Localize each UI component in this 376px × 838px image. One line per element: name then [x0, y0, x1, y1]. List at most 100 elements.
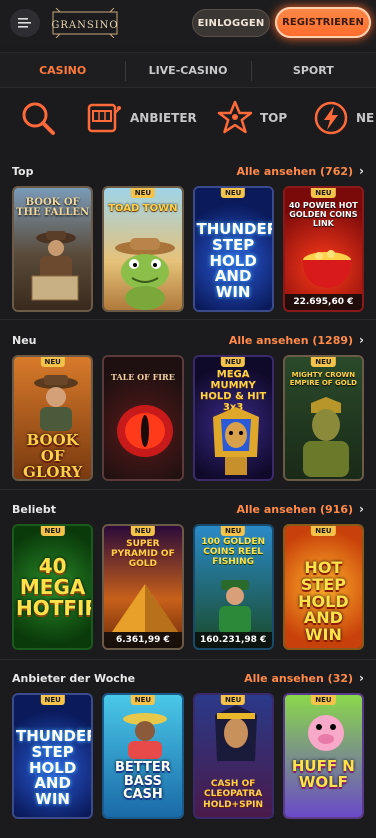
game-title: THUNDER STEP HOLD AND WIN — [196, 220, 274, 301]
section-title: Anbieter der Woche — [12, 671, 136, 685]
cleopatra-figure — [214, 705, 257, 761]
view-all-link[interactable]: Alle ansehen (1289) › — [229, 333, 364, 347]
chevron-right-icon: › — [359, 333, 364, 347]
game-title: 40 MEGA HOTFIRE — [16, 554, 91, 620]
game-card-super-pyramid-of-gold[interactable]: NEU SUPER PYRAMID OF GOLD 6.361,99 € — [102, 524, 184, 650]
brand-logo[interactable]: GRANSINO — [51, 7, 118, 39]
toad-figure — [115, 238, 176, 310]
game-title: HOT STEP HOLD AND WIN — [298, 558, 349, 645]
game-card-toad-town[interactable]: NEU TOAD TOWN — [102, 186, 184, 312]
section-divider — [0, 659, 376, 660]
login-button[interactable]: EINLOGGEN — [192, 9, 270, 37]
new-badge: NEU — [220, 357, 246, 367]
section-title: Top — [12, 164, 34, 178]
game-card-100-golden-coins-reel-fishing[interactable]: NEU 100 GOLDEN COINS REEL FISHING 160.23… — [192, 524, 274, 650]
section-popular: Beliebt Alle ansehen (916) › NEU 40 MEGA … — [0, 498, 376, 650]
svg-text:GRANSINO: GRANSINO — [52, 20, 118, 31]
category-search[interactable] — [18, 88, 58, 148]
section-divider — [0, 489, 376, 490]
menu-button[interactable] — [10, 9, 40, 37]
top-header: GRANSINO EINLOGGEN REGISTRIEREN — [0, 0, 376, 46]
new-badge: NEU — [220, 188, 246, 198]
new-badge: NEU — [311, 188, 336, 198]
lightning-icon — [314, 101, 348, 135]
game-title: MIGHTY CROWN EMPIRE OF GOLD — [289, 371, 357, 388]
game-card-thunder-step[interactable]: NEU THUNDER STEP HOLD AND WIN — [12, 693, 94, 819]
game-card-cash-of-cleopatra[interactable]: NEU CASH OF CLEOPATRA HOLD+SPIN — [192, 693, 274, 819]
explorer-figure — [34, 375, 78, 431]
new-badge: NEU — [40, 526, 65, 536]
category-bar: ANBIETER TOP NE — [0, 88, 376, 148]
fisherman-figure — [218, 580, 251, 634]
pig-figure — [307, 715, 344, 751]
star-icon — [217, 100, 253, 134]
game-title: BOOK OF GLORY — [23, 431, 83, 481]
category-new[interactable]: NE — [312, 88, 374, 148]
register-button[interactable]: REGISTRIEREN — [275, 7, 371, 38]
section-provider-of-week: Anbieter der Woche Alle ansehen (32) › NE… — [0, 667, 376, 819]
game-title: 100 GOLDEN COINS REEL FISHING — [201, 537, 266, 567]
gold-pot-icon — [302, 250, 351, 288]
tab-live-casino[interactable]: LIVE-CASINO — [125, 53, 250, 87]
pharaoh-figure — [212, 407, 259, 475]
hamburger-icon — [18, 18, 31, 28]
tab-casino[interactable]: CASINO — [0, 53, 125, 87]
game-title: CASH OF CLEOPATRA HOLD+SPIN — [203, 779, 264, 810]
new-badge: NEU — [311, 526, 336, 536]
fisherman-figure — [123, 713, 168, 759]
category-label: TOP — [260, 111, 288, 125]
chevron-right-icon: › — [359, 671, 364, 685]
new-badge: NEU — [40, 357, 65, 367]
game-title: HUFF N WOLF — [291, 757, 355, 791]
jackpot-amount: 22.695,60 € — [284, 294, 362, 310]
view-all-link[interactable]: Alle ansehen (762) › — [236, 164, 364, 178]
chevron-right-icon: › — [359, 164, 364, 178]
game-card-hot-step[interactable]: NEU HOT STEP HOLD AND WIN — [282, 524, 364, 650]
statue-figure — [302, 397, 349, 477]
new-badge: NEU — [40, 695, 65, 705]
view-all-link[interactable]: Alle ansehen (916) › — [236, 502, 364, 516]
game-card-book-of-the-fallen[interactable]: BOOK OF THE FALLEN — [12, 186, 94, 312]
game-card-book-of-glory[interactable]: NEU BOOK OF GLORY — [12, 355, 94, 481]
dragon-eye-icon — [117, 405, 174, 457]
cowboy-figure — [31, 231, 79, 301]
game-title: 40 POWER HOT GOLDEN COINS LINK — [288, 201, 358, 228]
game-card-thunder-step[interactable]: NEU THUNDER STEP HOLD AND WIN — [192, 186, 274, 312]
category-top[interactable]: TOP — [216, 88, 287, 148]
section-divider — [0, 319, 376, 320]
new-badge: NEU — [220, 695, 246, 705]
section-new: Neu Alle ansehen (1289) › NEU BOOK OF GLO… — [0, 329, 376, 481]
pyramid-icon — [112, 584, 179, 632]
search-icon — [22, 102, 55, 135]
jackpot-amount: 160.231,98 € — [194, 632, 272, 648]
game-title: THUNDER STEP HOLD AND WIN — [16, 727, 94, 808]
slot-machine-icon — [87, 103, 121, 133]
section-title: Neu — [12, 333, 37, 347]
main-tabs: CASINO LIVE-CASINO SPORT — [0, 52, 376, 88]
chevron-right-icon: › — [359, 502, 364, 516]
new-badge: NEU — [311, 695, 336, 705]
new-badge: NEU — [220, 526, 246, 536]
tab-sport[interactable]: SPORT — [250, 53, 376, 87]
game-card-mega-mummy[interactable]: NEU MEGA MUMMY HOLD & HIT 3x3 — [192, 355, 274, 481]
new-badge: NEU — [130, 526, 156, 536]
view-all-link[interactable]: Alle ansehen (32) › — [244, 671, 364, 685]
category-providers[interactable]: ANBIETER — [84, 88, 197, 148]
game-title: SUPER PYRAMID OF GOLD — [111, 539, 175, 569]
game-card-40-power-hot[interactable]: NEU 40 POWER HOT GOLDEN COINS LINK 22.69… — [282, 186, 364, 312]
game-card-40-mega-hotfire[interactable]: NEU 40 MEGA HOTFIRE — [12, 524, 94, 650]
category-label: NE — [356, 111, 375, 125]
new-badge: NEU — [311, 357, 336, 367]
game-card-mighty-crown[interactable]: NEU MIGHTY CROWN EMPIRE OF GOLD — [282, 355, 364, 481]
category-label: ANBIETER — [130, 111, 197, 125]
game-card-tale-of-fire[interactable]: TALE OF FIRE — [102, 355, 184, 481]
game-title: BOOK OF THE FALLEN — [16, 197, 90, 218]
game-title: BETTER BASS CASH — [115, 760, 171, 803]
game-card-better-bass-cash[interactable]: NEU BETTER BASS CASH — [102, 693, 184, 819]
jackpot-amount: 6.361,99 € — [104, 632, 182, 648]
section-title: Beliebt — [12, 502, 56, 516]
game-title: TOAD TOWN — [108, 203, 178, 214]
game-card-huff-n-wolf[interactable]: NEU HUFF N WOLF — [282, 693, 364, 819]
section-top: Top Alle ansehen (762) › BOOK OF THE FALL… — [0, 160, 376, 312]
new-badge: NEU — [130, 188, 156, 198]
